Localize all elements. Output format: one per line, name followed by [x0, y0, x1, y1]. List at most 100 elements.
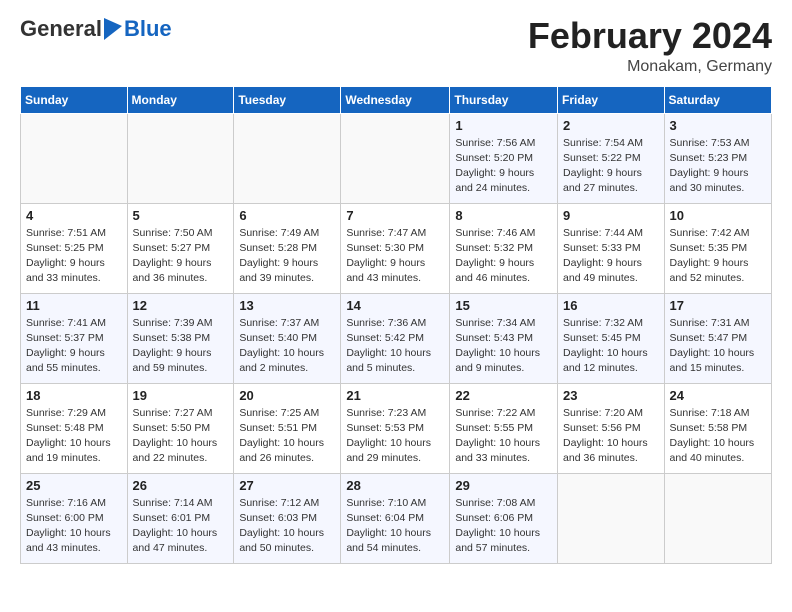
- day-number: 2: [563, 118, 659, 133]
- calendar-cell: 10 Sunrise: 7:42 AMSunset: 5:35 PMDayligh…: [664, 203, 771, 293]
- header-day-thursday: Thursday: [450, 86, 558, 113]
- calendar-cell: 26 Sunrise: 7:14 AMSunset: 6:01 PMDayligh…: [127, 473, 234, 563]
- day-info: Sunrise: 7:23 AMSunset: 5:53 PMDaylight:…: [346, 406, 444, 467]
- calendar-header: SundayMondayTuesdayWednesdayThursdayFrid…: [21, 86, 772, 113]
- day-number: 16: [563, 298, 659, 313]
- day-info: Sunrise: 7:42 AMSunset: 5:35 PMDaylight:…: [670, 226, 766, 287]
- calendar-cell: 1Sunrise: 7:56 AMSunset: 5:20 PMDaylight…: [450, 113, 558, 203]
- header-row: SundayMondayTuesdayWednesdayThursdayFrid…: [21, 86, 772, 113]
- calendar-cell: 18 Sunrise: 7:29 AMSunset: 5:48 PMDayligh…: [21, 383, 128, 473]
- day-info: Sunrise: 7:18 AMSunset: 5:58 PMDaylight:…: [670, 406, 766, 467]
- calendar-cell: 21 Sunrise: 7:23 AMSunset: 5:53 PMDayligh…: [341, 383, 450, 473]
- day-number: 10: [670, 208, 766, 223]
- day-number: 7: [346, 208, 444, 223]
- day-number: 29: [455, 478, 552, 493]
- day-info: Sunrise: 7:36 AMSunset: 5:42 PMDaylight:…: [346, 316, 444, 377]
- calendar-cell: [127, 113, 234, 203]
- calendar-cell: 28 Sunrise: 7:10 AMSunset: 6:04 PMDayligh…: [341, 473, 450, 563]
- calendar-cell: 17Sunrise: 7:31 AMSunset: 5:47 PMDayligh…: [664, 293, 771, 383]
- calendar-cell: 8Sunrise: 7:46 AMSunset: 5:32 PMDaylight…: [450, 203, 558, 293]
- day-info: Sunrise: 7:10 AMSunset: 6:04 PMDaylight:…: [346, 496, 444, 557]
- calendar-cell: 14Sunrise: 7:36 AMSunset: 5:42 PMDayligh…: [341, 293, 450, 383]
- day-number: 25: [26, 478, 122, 493]
- page-header: General Blue February 2024 Monakam, Germ…: [20, 16, 772, 76]
- day-info: Sunrise: 7:56 AMSunset: 5:20 PMDaylight:…: [455, 136, 552, 197]
- calendar-cell: 22 Sunrise: 7:22 AMSunset: 5:55 PMDayligh…: [450, 383, 558, 473]
- day-number: 5: [133, 208, 229, 223]
- calendar-body: 1Sunrise: 7:56 AMSunset: 5:20 PMDaylight…: [21, 113, 772, 563]
- day-number: 12: [133, 298, 229, 313]
- day-info: Sunrise: 7:54 AMSunset: 5:22 PMDaylight:…: [563, 136, 659, 197]
- day-info: Sunrise: 7:50 AMSunset: 5:27 PMDaylight:…: [133, 226, 229, 287]
- calendar-cell: 23Sunrise: 7:20 AMSunset: 5:56 PMDayligh…: [558, 383, 665, 473]
- calendar-cell: 13 Sunrise: 7:37 AMSunset: 5:40 PMDayligh…: [234, 293, 341, 383]
- calendar-cell: 29 Sunrise: 7:08 AMSunset: 6:06 PMDayligh…: [450, 473, 558, 563]
- calendar-cell: 11 Sunrise: 7:41 AMSunset: 5:37 PMDayligh…: [21, 293, 128, 383]
- day-number: 28: [346, 478, 444, 493]
- day-number: 8: [455, 208, 552, 223]
- day-info: Sunrise: 7:22 AMSunset: 5:55 PMDaylight:…: [455, 406, 552, 467]
- calendar-week-2: 4Sunrise: 7:51 AMSunset: 5:25 PMDaylight…: [21, 203, 772, 293]
- logo-icon: [104, 18, 122, 40]
- day-number: 24: [670, 388, 766, 403]
- title-block: February 2024 Monakam, Germany: [528, 16, 772, 76]
- day-info: Sunrise: 7:16 AMSunset: 6:00 PMDaylight:…: [26, 496, 122, 557]
- calendar-cell: [234, 113, 341, 203]
- day-info: Sunrise: 7:41 AMSunset: 5:37 PMDaylight:…: [26, 316, 122, 377]
- calendar-week-5: 25 Sunrise: 7:16 AMSunset: 6:00 PMDayligh…: [21, 473, 772, 563]
- day-info: Sunrise: 7:27 AMSunset: 5:50 PMDaylight:…: [133, 406, 229, 467]
- day-number: 3: [670, 118, 766, 133]
- header-day-friday: Friday: [558, 86, 665, 113]
- day-info: Sunrise: 7:12 AMSunset: 6:03 PMDaylight:…: [239, 496, 335, 557]
- day-info: Sunrise: 7:49 AMSunset: 5:28 PMDaylight:…: [239, 226, 335, 287]
- header-day-saturday: Saturday: [664, 86, 771, 113]
- day-info: Sunrise: 7:39 AMSunset: 5:38 PMDaylight:…: [133, 316, 229, 377]
- header-day-monday: Monday: [127, 86, 234, 113]
- calendar-cell: 27 Sunrise: 7:12 AMSunset: 6:03 PMDayligh…: [234, 473, 341, 563]
- calendar-cell: [341, 113, 450, 203]
- calendar-cell: [558, 473, 665, 563]
- day-number: 21: [346, 388, 444, 403]
- page-subtitle: Monakam, Germany: [528, 58, 772, 76]
- calendar-week-4: 18 Sunrise: 7:29 AMSunset: 5:48 PMDayligh…: [21, 383, 772, 473]
- calendar-cell: 24 Sunrise: 7:18 AMSunset: 5:58 PMDayligh…: [664, 383, 771, 473]
- calendar-cell: 15 Sunrise: 7:34 AMSunset: 5:43 PMDayligh…: [450, 293, 558, 383]
- day-number: 15: [455, 298, 552, 313]
- calendar-week-1: 1Sunrise: 7:56 AMSunset: 5:20 PMDaylight…: [21, 113, 772, 203]
- calendar-cell: 9 Sunrise: 7:44 AMSunset: 5:33 PMDaylight…: [558, 203, 665, 293]
- calendar-cell: 19 Sunrise: 7:27 AMSunset: 5:50 PMDayligh…: [127, 383, 234, 473]
- day-number: 11: [26, 298, 122, 313]
- day-number: 19: [133, 388, 229, 403]
- header-day-wednesday: Wednesday: [341, 86, 450, 113]
- day-info: Sunrise: 7:25 AMSunset: 5:51 PMDaylight:…: [239, 406, 335, 467]
- day-info: Sunrise: 7:14 AMSunset: 6:01 PMDaylight:…: [133, 496, 229, 557]
- day-number: 27: [239, 478, 335, 493]
- header-day-tuesday: Tuesday: [234, 86, 341, 113]
- calendar-cell: 25 Sunrise: 7:16 AMSunset: 6:00 PMDayligh…: [21, 473, 128, 563]
- calendar-cell: 6 Sunrise: 7:49 AMSunset: 5:28 PMDaylight…: [234, 203, 341, 293]
- day-info: Sunrise: 7:32 AMSunset: 5:45 PMDaylight:…: [563, 316, 659, 377]
- day-info: Sunrise: 7:29 AMSunset: 5:48 PMDaylight:…: [26, 406, 122, 467]
- day-info: Sunrise: 7:34 AMSunset: 5:43 PMDaylight:…: [455, 316, 552, 377]
- day-info: Sunrise: 7:08 AMSunset: 6:06 PMDaylight:…: [455, 496, 552, 557]
- day-number: 13: [239, 298, 335, 313]
- calendar-cell: 2 Sunrise: 7:54 AMSunset: 5:22 PMDaylight…: [558, 113, 665, 203]
- day-info: Sunrise: 7:47 AMSunset: 5:30 PMDaylight:…: [346, 226, 444, 287]
- day-number: 26: [133, 478, 229, 493]
- calendar-table: SundayMondayTuesdayWednesdayThursdayFrid…: [20, 86, 772, 564]
- calendar-cell: 7 Sunrise: 7:47 AMSunset: 5:30 PMDaylight…: [341, 203, 450, 293]
- calendar-cell: 12 Sunrise: 7:39 AMSunset: 5:38 PMDayligh…: [127, 293, 234, 383]
- calendar-cell: 16 Sunrise: 7:32 AMSunset: 5:45 PMDayligh…: [558, 293, 665, 383]
- page-title: February 2024: [528, 16, 772, 56]
- day-number: 18: [26, 388, 122, 403]
- day-number: 6: [239, 208, 335, 223]
- day-number: 9: [563, 208, 659, 223]
- day-info: Sunrise: 7:20 AMSunset: 5:56 PMDaylight:…: [563, 406, 659, 467]
- day-info: Sunrise: 7:44 AMSunset: 5:33 PMDaylight:…: [563, 226, 659, 287]
- day-info: Sunrise: 7:37 AMSunset: 5:40 PMDaylight:…: [239, 316, 335, 377]
- logo-blue: Blue: [124, 16, 172, 42]
- day-number: 4: [26, 208, 122, 223]
- logo: General Blue: [20, 16, 172, 42]
- day-number: 22: [455, 388, 552, 403]
- header-day-sunday: Sunday: [21, 86, 128, 113]
